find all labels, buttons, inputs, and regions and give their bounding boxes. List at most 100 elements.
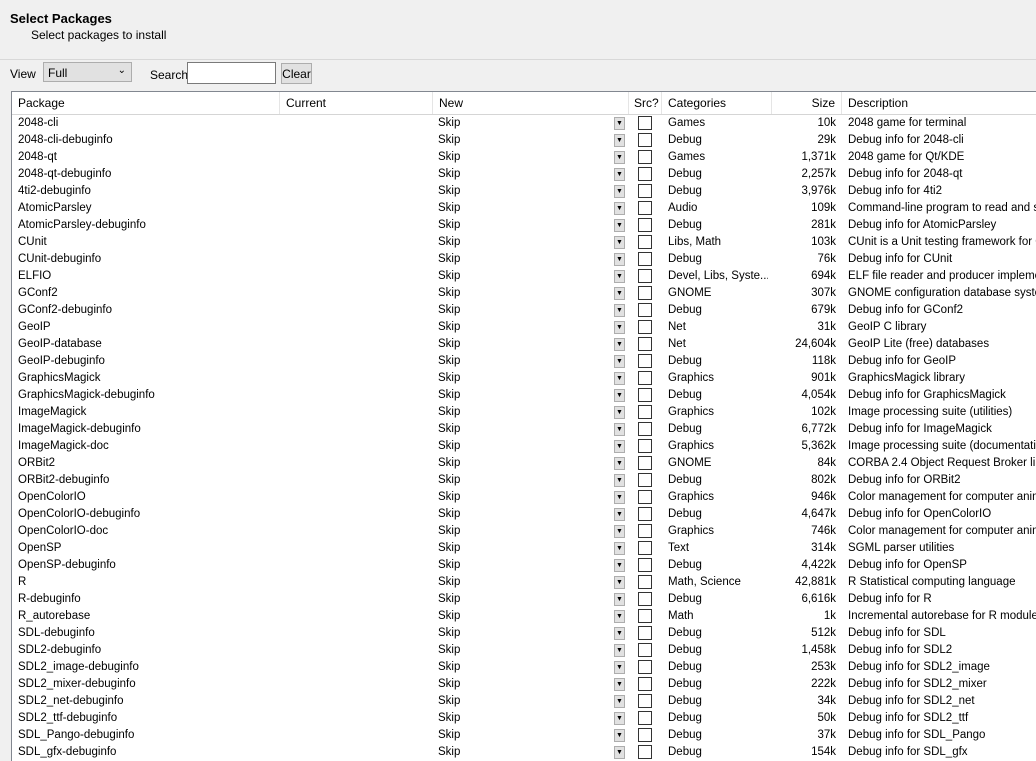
- src-checkbox[interactable]: [638, 609, 652, 623]
- new-action-value[interactable]: Skip: [438, 472, 598, 489]
- src-checkbox[interactable]: [638, 643, 652, 657]
- src-checkbox[interactable]: [638, 388, 652, 402]
- table-row[interactable]: ORBit2 Skip ▼ GNOME 84k CORBA 2.4 Object Requ…: [12, 455, 1036, 472]
- chevron-down-icon[interactable]: ▼: [614, 372, 625, 385]
- table-row[interactable]: SDL-debuginfo Skip ▼ Debug 512k Debug info fo…: [12, 625, 1036, 642]
- src-checkbox[interactable]: [638, 235, 652, 249]
- chevron-down-icon[interactable]: ▼: [614, 236, 625, 249]
- chevron-down-icon[interactable]: ▼: [614, 168, 625, 181]
- new-action-value[interactable]: Skip: [438, 336, 598, 353]
- src-checkbox[interactable]: [638, 473, 652, 487]
- src-checkbox[interactable]: [638, 167, 652, 181]
- chevron-down-icon[interactable]: ▼: [614, 287, 625, 300]
- new-action-value[interactable]: Skip: [438, 455, 598, 472]
- src-checkbox[interactable]: [638, 303, 652, 317]
- src-checkbox[interactable]: [638, 337, 652, 351]
- table-row[interactable]: SDL_Pango-debuginfo Skip ▼ Debug 37k Debug in…: [12, 727, 1036, 744]
- table-row[interactable]: CUnit-debuginfo Skip ▼ Debug 76k Debug info f…: [12, 251, 1036, 268]
- column-header-categories[interactable]: Categories: [662, 92, 772, 114]
- src-checkbox[interactable]: [638, 320, 652, 334]
- chevron-down-icon[interactable]: ▼: [614, 593, 625, 606]
- src-checkbox[interactable]: [638, 354, 652, 368]
- new-action-value[interactable]: Skip: [438, 557, 598, 574]
- chevron-down-icon[interactable]: ▼: [614, 559, 625, 572]
- chevron-down-icon[interactable]: ▼: [614, 151, 625, 164]
- table-row[interactable]: R Skip ▼ Math, Science 42,881k R Statistical …: [12, 574, 1036, 591]
- src-checkbox[interactable]: [638, 252, 652, 266]
- column-header-description[interactable]: Description: [842, 92, 1036, 114]
- table-row[interactable]: 2048-cli Skip ▼ Games 10k 2048 game for termi…: [12, 115, 1036, 132]
- src-checkbox[interactable]: [638, 677, 652, 691]
- chevron-down-icon[interactable]: ▼: [614, 610, 625, 623]
- new-action-value[interactable]: Skip: [438, 285, 598, 302]
- table-row[interactable]: GeoIP-database Skip ▼ Net 24,604k GeoIP Lite …: [12, 336, 1036, 353]
- new-action-value[interactable]: Skip: [438, 302, 598, 319]
- new-action-value[interactable]: Skip: [438, 251, 598, 268]
- table-row[interactable]: ImageMagick-debuginfo Skip ▼ Debug 6,772k Deb…: [12, 421, 1036, 438]
- chevron-down-icon[interactable]: ▼: [614, 525, 625, 538]
- chevron-down-icon[interactable]: ▼: [614, 644, 625, 657]
- column-header-new[interactable]: New: [433, 92, 629, 114]
- table-row[interactable]: 2048-qt-debuginfo Skip ▼ Debug 2,257k Debug i…: [12, 166, 1036, 183]
- table-row[interactable]: SDL2_image-debuginfo Skip ▼ Debug 253k Debug …: [12, 659, 1036, 676]
- table-row[interactable]: SDL2_mixer-debuginfo Skip ▼ Debug 222k Debug …: [12, 676, 1036, 693]
- table-row[interactable]: ImageMagick Skip ▼ Graphics 102k Image proces…: [12, 404, 1036, 421]
- new-action-value[interactable]: Skip: [438, 727, 598, 744]
- src-checkbox[interactable]: [638, 711, 652, 725]
- src-checkbox[interactable]: [638, 592, 652, 606]
- src-checkbox[interactable]: [638, 150, 652, 164]
- new-action-value[interactable]: Skip: [438, 489, 598, 506]
- chevron-down-icon[interactable]: ▼: [614, 746, 625, 759]
- src-checkbox[interactable]: [638, 728, 652, 742]
- chevron-down-icon[interactable]: ▼: [614, 134, 625, 147]
- column-header-current[interactable]: Current: [280, 92, 433, 114]
- chevron-down-icon[interactable]: ▼: [614, 389, 625, 402]
- table-row[interactable]: GraphicsMagick-debuginfo Skip ▼ Debug 4,054k…: [12, 387, 1036, 404]
- chevron-down-icon[interactable]: ▼: [614, 338, 625, 351]
- src-checkbox[interactable]: [638, 201, 652, 215]
- table-row[interactable]: SDL2-debuginfo Skip ▼ Debug 1,458k Debug info…: [12, 642, 1036, 659]
- table-row[interactable]: SDL2_ttf-debuginfo Skip ▼ Debug 50k Debug inf…: [12, 710, 1036, 727]
- chevron-down-icon[interactable]: ▼: [614, 661, 625, 674]
- new-action-value[interactable]: Skip: [438, 540, 598, 557]
- new-action-value[interactable]: Skip: [438, 676, 598, 693]
- column-header-package[interactable]: Package: [12, 92, 280, 114]
- new-action-value[interactable]: Skip: [438, 200, 598, 217]
- src-checkbox[interactable]: [638, 405, 652, 419]
- table-row[interactable]: ORBit2-debuginfo Skip ▼ Debug 802k Debug info…: [12, 472, 1036, 489]
- chevron-down-icon[interactable]: ▼: [614, 576, 625, 589]
- chevron-down-icon[interactable]: ▼: [614, 542, 625, 555]
- table-row[interactable]: GConf2-debuginfo Skip ▼ Debug 679k Debug info…: [12, 302, 1036, 319]
- src-checkbox[interactable]: [638, 371, 652, 385]
- column-header-size[interactable]: Size: [772, 92, 842, 114]
- chevron-down-icon[interactable]: ▼: [614, 678, 625, 691]
- table-row[interactable]: GeoIP Skip ▼ Net 31k GeoIP C library: [12, 319, 1036, 336]
- chevron-down-icon[interactable]: ▼: [614, 729, 625, 742]
- search-input[interactable]: [187, 62, 276, 84]
- new-action-value[interactable]: Skip: [438, 353, 598, 370]
- src-checkbox[interactable]: [638, 422, 652, 436]
- new-action-value[interactable]: Skip: [438, 370, 598, 387]
- src-checkbox[interactable]: [638, 184, 652, 198]
- new-action-value[interactable]: Skip: [438, 693, 598, 710]
- src-checkbox[interactable]: [638, 745, 652, 759]
- new-action-value[interactable]: Skip: [438, 115, 598, 132]
- table-row[interactable]: 4ti2-debuginfo Skip ▼ Debug 3,976k Debug info…: [12, 183, 1036, 200]
- chevron-down-icon[interactable]: ▼: [614, 423, 625, 436]
- table-row[interactable]: GConf2 Skip ▼ GNOME 307k GNOME configuration …: [12, 285, 1036, 302]
- src-checkbox[interactable]: [638, 133, 652, 147]
- src-checkbox[interactable]: [638, 575, 652, 589]
- new-action-value[interactable]: Skip: [438, 659, 598, 676]
- table-row[interactable]: 2048-cli-debuginfo Skip ▼ Debug 29k Debug inf…: [12, 132, 1036, 149]
- table-row[interactable]: R_autorebase Skip ▼ Math 1k Incremental autor…: [12, 608, 1036, 625]
- new-action-value[interactable]: Skip: [438, 387, 598, 404]
- src-checkbox[interactable]: [638, 116, 652, 130]
- src-checkbox[interactable]: [638, 541, 652, 555]
- new-action-value[interactable]: Skip: [438, 166, 598, 183]
- src-checkbox[interactable]: [638, 626, 652, 640]
- new-action-value[interactable]: Skip: [438, 438, 598, 455]
- table-row[interactable]: GraphicsMagick Skip ▼ Graphics 901k GraphicsM…: [12, 370, 1036, 387]
- chevron-down-icon[interactable]: ▼: [614, 185, 625, 198]
- chevron-down-icon[interactable]: ▼: [614, 627, 625, 640]
- table-row[interactable]: AtomicParsley-debuginfo Skip ▼ Debug 281k Deb…: [12, 217, 1036, 234]
